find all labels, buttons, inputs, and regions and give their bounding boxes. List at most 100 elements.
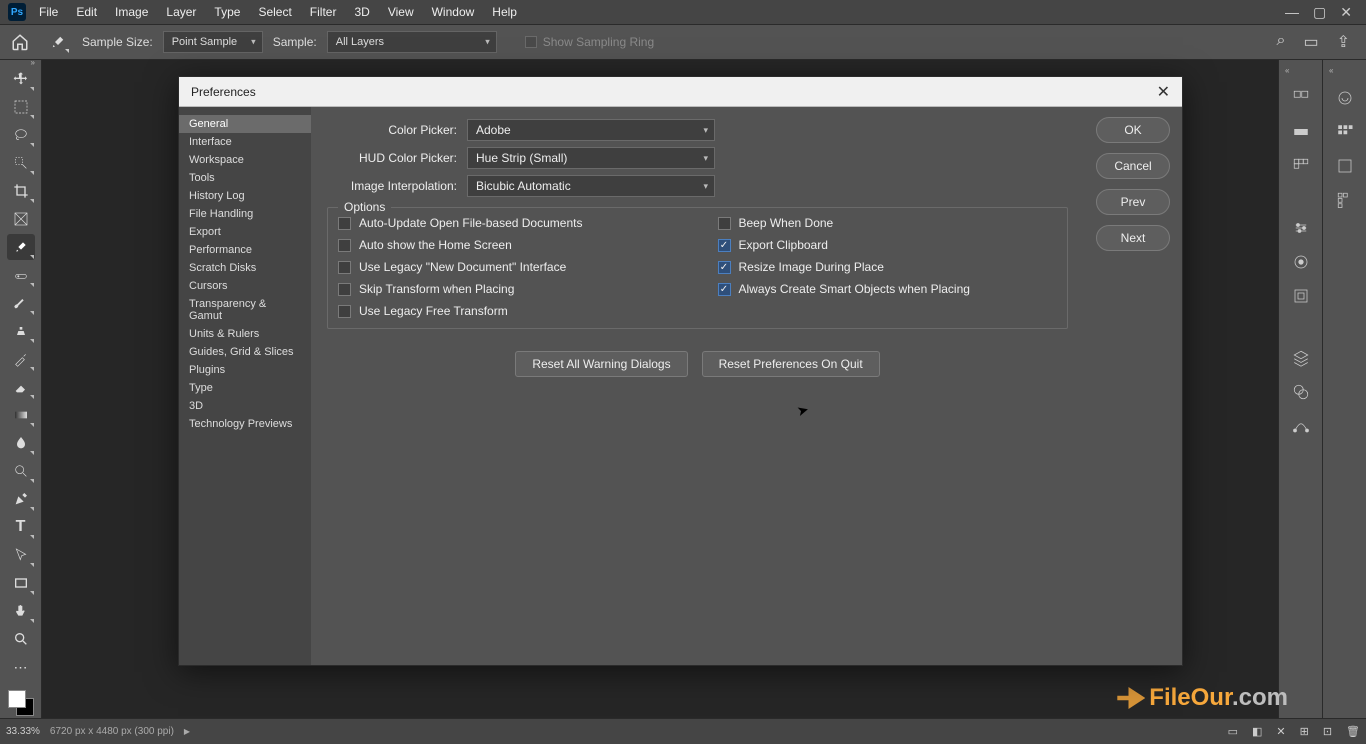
close-window-icon[interactable]: ✕ <box>1340 4 1352 21</box>
show-sampling-ring-checkbox[interactable]: Show Sampling Ring <box>525 35 654 49</box>
status-icon-5[interactable]: ⊡ <box>1323 725 1332 738</box>
menu-window[interactable]: Window <box>423 0 484 24</box>
pref-sidebar-item[interactable]: Type <box>179 379 311 397</box>
actions-panel-icon[interactable] <box>1334 189 1356 211</box>
gradients-panel-icon[interactable] <box>1290 155 1312 177</box>
menu-edit[interactable]: Edit <box>67 0 106 24</box>
color-picker-select[interactable]: Adobe▾ <box>467 119 715 141</box>
marquee-tool[interactable] <box>7 94 35 120</box>
status-trash-icon[interactable]: 🗑 <box>1346 725 1360 738</box>
path-selection-tool[interactable] <box>7 542 35 568</box>
frame-tool[interactable] <box>7 206 35 232</box>
eyedropper-tool[interactable] <box>7 234 35 260</box>
pref-sidebar-item[interactable]: History Log <box>179 187 311 205</box>
gradient-tool[interactable] <box>7 402 35 428</box>
option-checkbox[interactable]: Auto show the Home Screen <box>338 238 678 252</box>
home-button[interactable] <box>6 28 34 56</box>
move-tool[interactable] <box>7 66 35 92</box>
color-panel-icon[interactable] <box>1290 87 1312 109</box>
clone-stamp-tool[interactable] <box>7 318 35 344</box>
status-icon-4[interactable]: ⊞ <box>1300 725 1309 738</box>
option-checkbox[interactable]: Skip Transform when Placing <box>338 282 678 296</box>
menu-3d[interactable]: 3D <box>345 0 378 24</box>
pref-sidebar-item[interactable]: Plugins <box>179 361 311 379</box>
menu-image[interactable]: Image <box>106 0 157 24</box>
status-icon-2[interactable]: ◧ <box>1252 725 1262 738</box>
share-icon[interactable]: ⇪ <box>1337 32 1350 52</box>
lasso-tool[interactable] <box>7 122 35 148</box>
color-swatches[interactable] <box>8 690 34 716</box>
pref-sidebar-item[interactable]: Scratch Disks <box>179 259 311 277</box>
adjustments-panel-icon[interactable] <box>1290 217 1312 239</box>
expand-panels-icon[interactable]: « <box>1285 66 1289 75</box>
pref-sidebar-item[interactable]: Technology Previews <box>179 415 311 433</box>
doc-info-caret-icon[interactable]: ▶ <box>184 727 190 736</box>
sample-size-select[interactable]: Point Sample▾ <box>163 31 263 53</box>
option-checkbox[interactable]: Beep When Done <box>718 216 1058 230</box>
libraries-panel-icon[interactable] <box>1290 285 1312 307</box>
paths-panel-icon[interactable] <box>1290 415 1312 437</box>
menu-select[interactable]: Select <box>249 0 300 24</box>
hud-color-picker-select[interactable]: Hue Strip (Small)▾ <box>467 147 715 169</box>
pref-sidebar-item[interactable]: Interface <box>179 133 311 151</box>
option-checkbox[interactable]: Use Legacy Free Transform <box>338 304 678 318</box>
reset-warnings-button[interactable]: Reset All Warning Dialogs <box>515 351 687 377</box>
image-interpolation-select[interactable]: Bicubic Automatic▾ <box>467 175 715 197</box>
channels-panel-icon[interactable] <box>1290 381 1312 403</box>
pref-sidebar-item[interactable]: Tools <box>179 169 311 187</box>
rectangle-tool[interactable] <box>7 570 35 596</box>
option-checkbox[interactable]: Export Clipboard <box>718 238 1058 252</box>
zoom-level[interactable]: 33.33% <box>6 726 40 737</box>
next-button[interactable]: Next <box>1096 225 1170 251</box>
pref-sidebar-item[interactable]: 3D <box>179 397 311 415</box>
pref-sidebar-item[interactable]: Transparency & Gamut <box>179 295 311 325</box>
eyedropper-current-tool-icon[interactable] <box>44 28 72 56</box>
pref-sidebar-item[interactable]: Performance <box>179 241 311 259</box>
dodge-tool[interactable] <box>7 458 35 484</box>
menu-file[interactable]: File <box>30 0 67 24</box>
menu-layer[interactable]: Layer <box>157 0 205 24</box>
pen-tool[interactable] <box>7 486 35 512</box>
history-panel-icon[interactable] <box>1334 155 1356 177</box>
patterns-panel-icon[interactable] <box>1334 121 1356 143</box>
swatches-panel-icon[interactable] <box>1290 121 1312 143</box>
minimize-icon[interactable]: — <box>1285 4 1299 21</box>
expand-panels2-icon[interactable]: « <box>1329 66 1333 75</box>
pref-sidebar-item[interactable]: General <box>179 115 311 133</box>
pref-sidebar-item[interactable]: File Handling <box>179 205 311 223</box>
option-checkbox[interactable]: Always Create Smart Objects when Placing <box>718 282 1058 296</box>
close-dialog-icon[interactable]: ✕ <box>1157 82 1170 102</box>
layers-panel-icon[interactable] <box>1290 347 1312 369</box>
menu-help[interactable]: Help <box>483 0 526 24</box>
hand-tool[interactable] <box>7 598 35 624</box>
search-icon[interactable]: ⌕ <box>1277 32 1286 52</box>
pref-sidebar-item[interactable]: Workspace <box>179 151 311 169</box>
crop-tool[interactable] <box>7 178 35 204</box>
pref-sidebar-item[interactable]: Export <box>179 223 311 241</box>
sample-select[interactable]: All Layers▾ <box>327 31 497 53</box>
status-icon-3[interactable]: ✕ <box>1276 725 1285 738</box>
pref-sidebar-item[interactable]: Guides, Grid & Slices <box>179 343 311 361</box>
blur-tool[interactable] <box>7 430 35 456</box>
brush-tool[interactable] <box>7 290 35 316</box>
pref-sidebar-item[interactable]: Units & Rulers <box>179 325 311 343</box>
cancel-button[interactable]: Cancel <box>1096 153 1170 179</box>
properties-panel-icon[interactable] <box>1334 87 1356 109</box>
option-checkbox[interactable]: Use Legacy "New Document" Interface <box>338 260 678 274</box>
option-checkbox[interactable]: Auto-Update Open File-based Documents <box>338 216 678 230</box>
eraser-tool[interactable] <box>7 374 35 400</box>
quick-selection-tool[interactable] <box>7 150 35 176</box>
zoom-tool[interactable] <box>7 626 35 652</box>
workspace-icon[interactable]: ▭ <box>1303 32 1318 52</box>
styles-panel-icon[interactable] <box>1290 251 1312 273</box>
ok-button[interactable]: OK <box>1096 117 1170 143</box>
edit-toolbar-icon[interactable]: ⋯ <box>7 654 35 680</box>
pref-sidebar-item[interactable]: Cursors <box>179 277 311 295</box>
reset-prefs-button[interactable]: Reset Preferences On Quit <box>702 351 880 377</box>
menu-type[interactable]: Type <box>205 0 249 24</box>
dialog-titlebar[interactable]: Preferences ✕ <box>179 77 1182 107</box>
menu-view[interactable]: View <box>379 0 423 24</box>
type-tool[interactable]: T <box>7 514 35 540</box>
history-brush-tool[interactable] <box>7 346 35 372</box>
menu-filter[interactable]: Filter <box>301 0 346 24</box>
